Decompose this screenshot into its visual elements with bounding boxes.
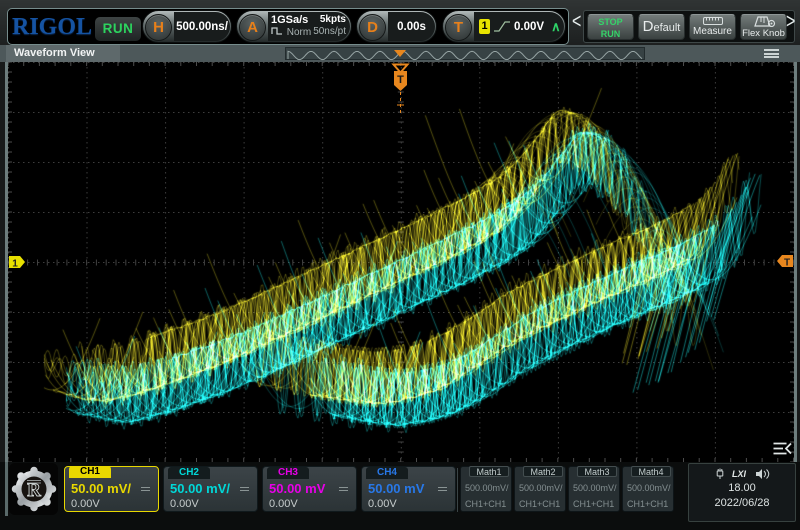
svg-text:1: 1	[12, 259, 18, 270]
svg-text:T: T	[784, 258, 790, 269]
svg-text:T: T	[397, 74, 404, 86]
svg-text:LXI: LXI	[732, 469, 747, 479]
